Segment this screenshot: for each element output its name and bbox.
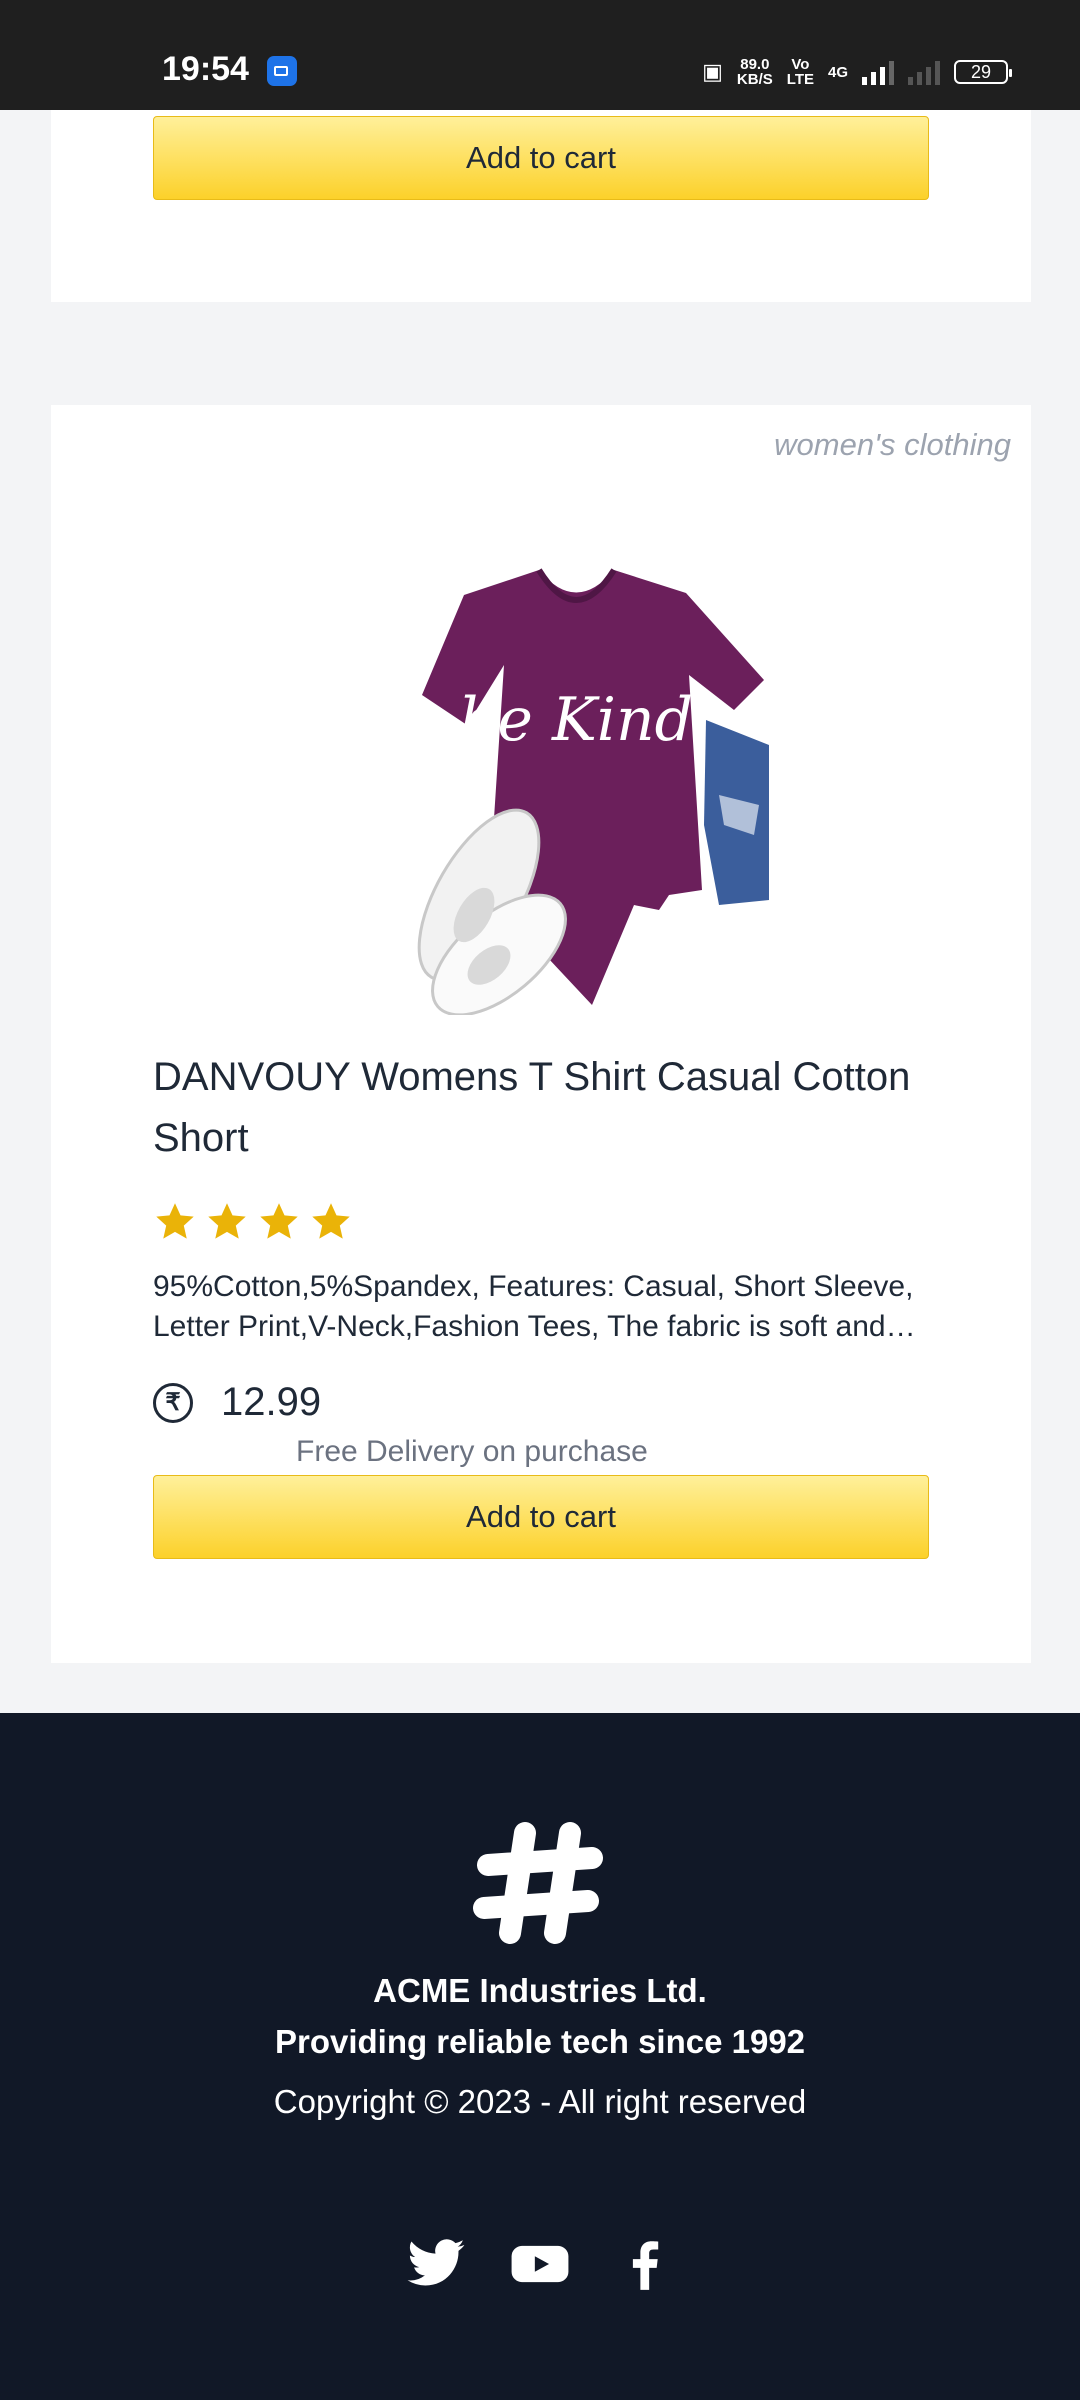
star-icon — [260, 1203, 298, 1239]
product-image[interactable]: be Kind — [314, 495, 834, 1015]
rating-stars — [153, 1200, 353, 1244]
product-category: women's clothing — [774, 427, 1011, 462]
network-type: 4G — [827, 63, 848, 81]
signal-strength-icon — [862, 59, 894, 85]
social-links — [0, 2233, 1080, 2295]
facebook-icon[interactable] — [613, 2233, 675, 2295]
price-row: ₹ 12.99 — [153, 1380, 321, 1425]
volte-indicator: Vo LTE — [786, 56, 814, 88]
product-description: 95%Cotton,5%Spandex, Features: Casual, S… — [153, 1270, 916, 1343]
app-notification-icon — [267, 56, 297, 86]
hashtag-logo-icon — [473, 1822, 603, 1944]
product-price: 12.99 — [221, 1380, 322, 1424]
star-icon — [312, 1203, 350, 1239]
add-to-cart-button[interactable]: Add to cart — [153, 116, 929, 200]
data-saver-icon: ▣ — [702, 59, 723, 84]
product-card: women's clothing be Kind DANVOUY Womens … — [51, 405, 1031, 1663]
add-to-cart-button[interactable]: Add to cart — [153, 1475, 929, 1559]
status-time: 19:54 — [162, 50, 249, 88]
battery-icon: 29 — [954, 60, 1012, 84]
status-bar: 19:54 ▣ 89.0 KB/S Vo LTE 4G 29 — [0, 0, 1080, 110]
delivery-note: Free Delivery on purchase — [296, 1435, 648, 1468]
product-card-previous: Add to cart — [51, 110, 1031, 302]
company-name: ACME Industries Ltd. — [373, 1972, 707, 2009]
signal-strength-2-icon — [908, 59, 940, 85]
status-indicators: ▣ 89.0 KB/S Vo LTE 4G 29 — [702, 56, 1012, 88]
star-icon — [156, 1203, 194, 1239]
shirt-print-text: be Kind — [459, 685, 693, 755]
footer: ACME Industries Ltd. Providing reliable … — [0, 1713, 1080, 2400]
star-icon — [208, 1203, 246, 1239]
network-speed: 89.0 KB/S — [736, 56, 773, 88]
footer-company: ACME Industries Ltd. Providing reliable … — [0, 1965, 1080, 2067]
copyright-text: Copyright © 2023 - All right reserved — [273, 2083, 807, 2120]
company-tagline: Providing reliable tech since 1992 — [274, 2023, 806, 2060]
product-title[interactable]: DANVOUY Womens T Shirt Casual Cotton Sho… — [153, 1047, 933, 1169]
rupee-icon: ₹ — [153, 1382, 193, 1423]
youtube-icon[interactable] — [509, 2233, 571, 2295]
twitter-icon[interactable] — [405, 2233, 467, 2295]
